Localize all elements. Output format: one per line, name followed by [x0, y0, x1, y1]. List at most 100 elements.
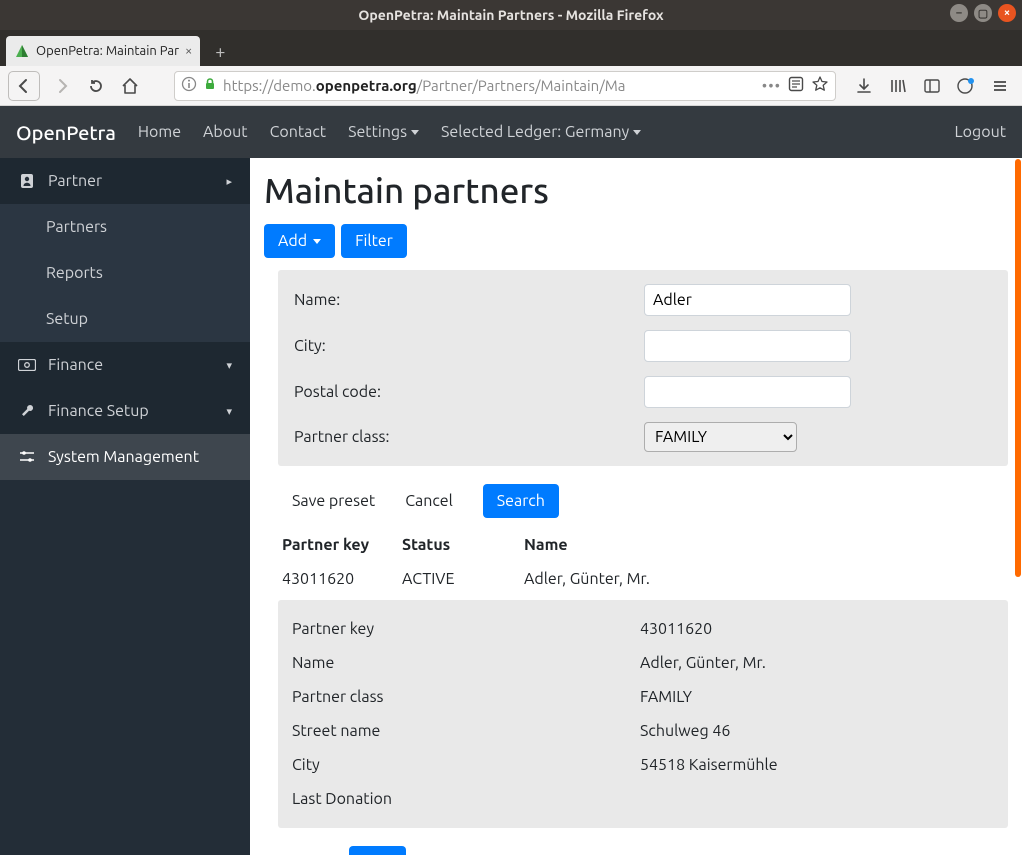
detail-value-partner-class: FAMILY	[640, 688, 994, 706]
url-path: /Partner/Partners/Maintain/Ma	[417, 77, 626, 94]
tracking-protection-icon[interactable]	[956, 76, 976, 96]
browser-toolbar: https://demo.openpetra.org/Partner/Partn…	[0, 66, 1022, 106]
nav-logout[interactable]: Logout	[955, 123, 1007, 141]
sidebar-item-label: Finance	[48, 356, 103, 374]
browser-tabstrip: OpenPetra: Maintain Par × +	[0, 30, 1022, 66]
library-icon[interactable]	[888, 76, 908, 96]
partner-detail-panel: Partner key 43011620 Name Adler, Günter,…	[278, 600, 1008, 828]
sidebar-item-label: Reports	[46, 264, 103, 282]
tab-favicon-icon	[14, 43, 30, 59]
sidebar-item-setup[interactable]: Setup	[0, 296, 250, 342]
filter-city-label: City:	[294, 337, 644, 355]
sidebar-item-label: System Management	[48, 448, 199, 466]
detail-label-last-donation: Last Donation	[292, 790, 640, 808]
chevron-right-icon: ▸	[226, 175, 232, 188]
url-text: https://demo.openpetra.org/Partner/Partn…	[223, 77, 626, 94]
sidebar-item-finance-setup[interactable]: Finance Setup ▾	[0, 388, 250, 434]
sidebar-item-label: Partners	[46, 218, 107, 236]
detail-value-last-donation	[640, 790, 994, 808]
detail-label-name: Name	[292, 654, 640, 672]
hamburger-menu-icon[interactable]	[990, 76, 1010, 96]
edit-button[interactable]: Edit	[349, 846, 405, 855]
results-table: Partner key Status Name 43011620 ACTIVE …	[278, 528, 1008, 596]
brand[interactable]: OpenPetra	[16, 121, 116, 144]
sidebar-item-finance[interactable]: Finance ▾	[0, 342, 250, 388]
chevron-down-icon: ▾	[226, 359, 232, 372]
detail-label-partner-key: Partner key	[292, 620, 640, 638]
filter-postal-label: Postal code:	[294, 383, 644, 401]
nav-forward-button[interactable]	[50, 74, 74, 98]
url-prefix: https://demo.	[223, 77, 316, 94]
save-preset-link[interactable]: Save preset	[292, 492, 375, 510]
table-row[interactable]: 43011620 ACTIVE Adler, Günter, Mr.	[278, 562, 1008, 596]
detail-label-partner-class: Partner class	[292, 688, 640, 706]
app-navbar: OpenPetra Home About Contact Settings Se…	[0, 106, 1022, 158]
filter-button[interactable]: Filter	[341, 224, 407, 258]
detail-label-city: City	[292, 756, 640, 774]
filter-class-label: Partner class:	[294, 428, 644, 446]
nav-about[interactable]: About	[203, 123, 248, 141]
chevron-down-icon: ▾	[226, 405, 232, 418]
bookmark-star-icon[interactable]	[811, 75, 829, 96]
url-host: openpetra.org	[316, 77, 417, 94]
reader-mode-icon[interactable]	[787, 75, 805, 96]
sidebar-item-label: Finance Setup	[48, 402, 149, 420]
nav-reload-button[interactable]	[84, 74, 108, 98]
add-button[interactable]: Add	[264, 224, 335, 258]
sidebar-item-partner[interactable]: Partner ▸	[0, 158, 250, 204]
window-maximize-button[interactable]: ▢	[974, 4, 992, 22]
money-icon	[18, 359, 36, 371]
lock-icon	[203, 77, 217, 94]
sidebar-item-system-management[interactable]: System Management	[0, 434, 250, 480]
window-buttons: – ▢ ×	[950, 4, 1016, 22]
wrench-icon	[18, 403, 36, 419]
window-close-button[interactable]: ×	[998, 4, 1016, 22]
page-title: Maintain partners	[264, 170, 1008, 210]
window-titlebar: OpenPetra: Maintain Partners - Mozilla F…	[0, 0, 1022, 30]
downloads-icon[interactable]	[854, 76, 874, 96]
partner-icon	[18, 173, 36, 189]
sidebar-toggle-icon[interactable]	[922, 76, 942, 96]
detail-label-street: Street name	[292, 722, 640, 740]
main-content: Maintain partners Add Filter Name: City:…	[250, 158, 1022, 855]
nav-home-button[interactable]	[118, 74, 142, 98]
nav-settings[interactable]: Settings	[348, 123, 419, 141]
filter-name-label: Name:	[294, 291, 644, 309]
tab-title: OpenPetra: Maintain Par	[36, 44, 179, 58]
url-bar[interactable]: https://demo.openpetra.org/Partner/Partn…	[174, 71, 836, 101]
detail-value-street: Schulweg 46	[640, 722, 994, 740]
nav-home[interactable]: Home	[138, 123, 181, 141]
filter-class-select[interactable]: FAMILY	[644, 422, 797, 452]
detail-value-name: Adler, Günter, Mr.	[640, 654, 994, 672]
sidebar-item-reports[interactable]: Reports	[0, 250, 250, 296]
cell-status: ACTIVE	[398, 562, 520, 596]
tab-close-icon[interactable]: ×	[185, 44, 192, 58]
sidebar-item-partners[interactable]: Partners	[0, 204, 250, 250]
page-actions-icon[interactable]: •••	[762, 77, 781, 94]
window-title: OpenPetra: Maintain Partners - Mozilla F…	[358, 7, 663, 23]
sidebar: Partner ▸ Partners Reports Setup Finance…	[0, 158, 250, 855]
nav-contact[interactable]: Contact	[270, 123, 327, 141]
th-name: Name	[520, 528, 1008, 562]
site-info-icon[interactable]	[181, 76, 197, 95]
th-partner-key: Partner key	[278, 528, 398, 562]
nav-back-button[interactable]	[8, 71, 40, 101]
browser-tab[interactable]: OpenPetra: Maintain Par ×	[6, 36, 200, 66]
new-tab-button[interactable]: +	[206, 38, 234, 66]
filter-name-input[interactable]	[644, 284, 851, 316]
sidebar-item-label: Partner	[48, 172, 102, 190]
sliders-icon	[18, 450, 36, 464]
cell-name: Adler, Günter, Mr.	[520, 562, 1008, 596]
filter-postal-input[interactable]	[644, 376, 851, 408]
sidebar-item-label: Setup	[46, 310, 88, 328]
filter-panel: Name: City: Postal code: Partner class: …	[278, 270, 1008, 466]
filter-city-input[interactable]	[644, 330, 851, 362]
th-status: Status	[398, 528, 520, 562]
cell-partner-key: 43011620	[278, 562, 398, 596]
detail-value-city: 54518 Kaisermühle	[640, 756, 994, 774]
cancel-link[interactable]: Cancel	[405, 492, 453, 510]
window-minimize-button[interactable]: –	[950, 4, 968, 22]
detail-value-partner-key: 43011620	[640, 620, 994, 638]
nav-selected-ledger[interactable]: Selected Ledger: Germany	[441, 123, 641, 141]
search-button[interactable]: Search	[483, 484, 559, 518]
